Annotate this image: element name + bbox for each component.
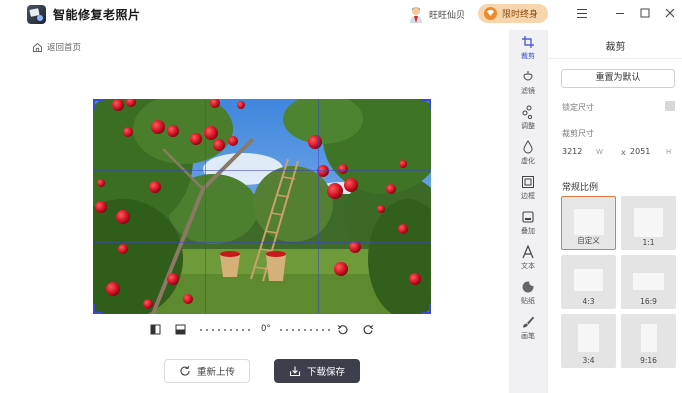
- minimize-icon[interactable]: [613, 6, 627, 20]
- vip-label: 限时终身: [502, 10, 539, 20]
- title-bar: 智能修复老照片 旺旺仙贝 限时终身: [0, 0, 682, 30]
- rotate-right-icon[interactable]: [363, 324, 374, 335]
- diamond-icon: [484, 7, 497, 20]
- tool-frame[interactable]: 边框: [509, 172, 547, 206]
- panel-title: 裁剪: [605, 42, 626, 53]
- tool-sticker[interactable]: 贴纸: [509, 277, 547, 311]
- app-window: 智能修复老照片 旺旺仙贝 限时终身 返回首页 0° 重新上传 下载保存 裁剪 滤…: [0, 0, 682, 393]
- apple-orchard-photo: [93, 99, 431, 314]
- tool-brush-label: 画笔: [521, 332, 535, 340]
- app-logo-icon: [27, 5, 46, 24]
- ratio-preview: [634, 208, 663, 237]
- ratio-preview: [633, 273, 664, 290]
- crop-handle-top-left[interactable]: [93, 99, 103, 109]
- reupload-label: 重新上传: [196, 367, 235, 378]
- filter-icon: [523, 71, 533, 81]
- ratio-option-16-9[interactable]: 16:9: [621, 255, 676, 309]
- ratio-label: 4:3: [582, 297, 595, 306]
- rotation-slider-right[interactable]: [280, 329, 330, 331]
- tool-text[interactable]: 文本: [509, 242, 547, 276]
- ratio-label: 自定义: [577, 236, 600, 245]
- flip-vertical-icon[interactable]: [175, 324, 186, 335]
- blur-icon: [523, 140, 533, 154]
- download-save-label: 下载保存: [306, 367, 345, 378]
- ratio-option-4-3[interactable]: 4:3: [561, 255, 616, 309]
- sticker-icon: [522, 281, 534, 293]
- tool-rail: 裁剪 滤镜 调整 虚化 边框 叠加 文本 贴纸 画笔: [509, 30, 547, 393]
- crop-handle-bottom-right[interactable]: [421, 304, 431, 314]
- ratio-preview: [578, 324, 599, 352]
- ratio-option-9-16[interactable]: 9:16: [621, 314, 676, 368]
- tool-adjust-label: 调整: [521, 122, 535, 130]
- reupload-button[interactable]: 重新上传: [164, 359, 250, 383]
- overlay-icon: [522, 211, 534, 223]
- download-save-button[interactable]: 下载保存: [274, 359, 360, 383]
- user-avatar-icon[interactable]: [408, 6, 424, 23]
- size-times: x: [621, 148, 626, 157]
- ratio-preview: [574, 269, 603, 291]
- tool-adjust[interactable]: 调整: [509, 102, 547, 136]
- crop-settings-panel: 裁剪 重置为默认 锁定尺寸 裁剪尺寸 3212 W x 2051 H 常规比例 …: [547, 30, 682, 393]
- download-icon: [289, 366, 301, 377]
- ratio-preview: [574, 209, 604, 235]
- rotation-toolbar: 0°: [148, 322, 378, 338]
- frame-icon: [522, 176, 534, 188]
- tool-text-label: 文本: [521, 262, 535, 270]
- back-home-link[interactable]: 返回首页: [32, 41, 81, 53]
- rotate-left-icon[interactable]: [337, 324, 348, 335]
- ratio-label: 9:16: [640, 356, 657, 365]
- crop-icon: [522, 36, 534, 48]
- tool-crop-label: 裁剪: [521, 52, 535, 60]
- crop-grid-line: [205, 99, 206, 314]
- user-name[interactable]: 旺旺仙贝: [429, 8, 465, 21]
- app-title: 智能修复老照片: [53, 8, 141, 22]
- tool-brush[interactable]: 画笔: [509, 312, 547, 346]
- rotation-slider-left[interactable]: [200, 329, 250, 331]
- ratio-option-1-1[interactable]: 1:1: [621, 196, 676, 250]
- reset-default-button[interactable]: 重置为默认: [561, 69, 675, 88]
- tool-overlay[interactable]: 叠加: [509, 207, 547, 241]
- crop-grid-line: [93, 242, 431, 243]
- crop-size-label: 裁剪尺寸: [562, 129, 594, 138]
- divider: [548, 58, 682, 59]
- crop-grid-line: [318, 99, 319, 314]
- flip-horizontal-icon[interactable]: [150, 324, 161, 335]
- text-icon: [522, 245, 534, 259]
- tool-filter[interactable]: 滤镜: [509, 67, 547, 101]
- vip-button[interactable]: 限时终身: [478, 4, 548, 23]
- tool-overlay-label: 叠加: [521, 227, 535, 235]
- photo-canvas[interactable]: [93, 99, 431, 314]
- back-home-label: 返回首页: [47, 43, 82, 53]
- height-input[interactable]: 2051: [630, 147, 650, 161]
- crop-handle-top-right[interactable]: [421, 99, 431, 109]
- ratio-label: 3:4: [582, 356, 595, 365]
- rotation-value: 0°: [261, 324, 271, 334]
- width-input[interactable]: 3212: [562, 147, 582, 161]
- crop-handle-bottom-left[interactable]: [93, 304, 103, 314]
- ratio-option-custom[interactable]: 自定义: [561, 196, 616, 250]
- tool-frame-label: 边框: [521, 192, 535, 200]
- ratio-label: 16:9: [640, 297, 657, 306]
- tool-crop[interactable]: 裁剪: [509, 32, 547, 66]
- close-icon[interactable]: [663, 6, 677, 20]
- lock-size-checkbox[interactable]: [665, 101, 675, 111]
- ratio-option-3-4[interactable]: 3:4: [561, 314, 616, 368]
- tool-blur-label: 虚化: [521, 157, 535, 165]
- ratio-section-title: 常规比例: [562, 183, 599, 193]
- crop-grid-line: [93, 170, 431, 171]
- ratio-label: 1:1: [642, 238, 655, 247]
- tool-blur[interactable]: 虚化: [509, 137, 547, 171]
- adjust-icon: [522, 105, 533, 119]
- height-unit: H: [666, 148, 672, 156]
- maximize-icon[interactable]: [638, 6, 652, 20]
- refresh-icon: [180, 365, 190, 376]
- menu-icon[interactable]: [575, 6, 589, 20]
- brush-icon: [523, 316, 534, 328]
- tool-filter-label: 滤镜: [521, 87, 535, 95]
- width-unit: W: [596, 148, 603, 156]
- ratio-preview: [641, 324, 657, 352]
- tool-sticker-label: 贴纸: [521, 297, 535, 305]
- home-icon: [33, 42, 42, 52]
- lock-size-label: 锁定尺寸: [562, 103, 594, 112]
